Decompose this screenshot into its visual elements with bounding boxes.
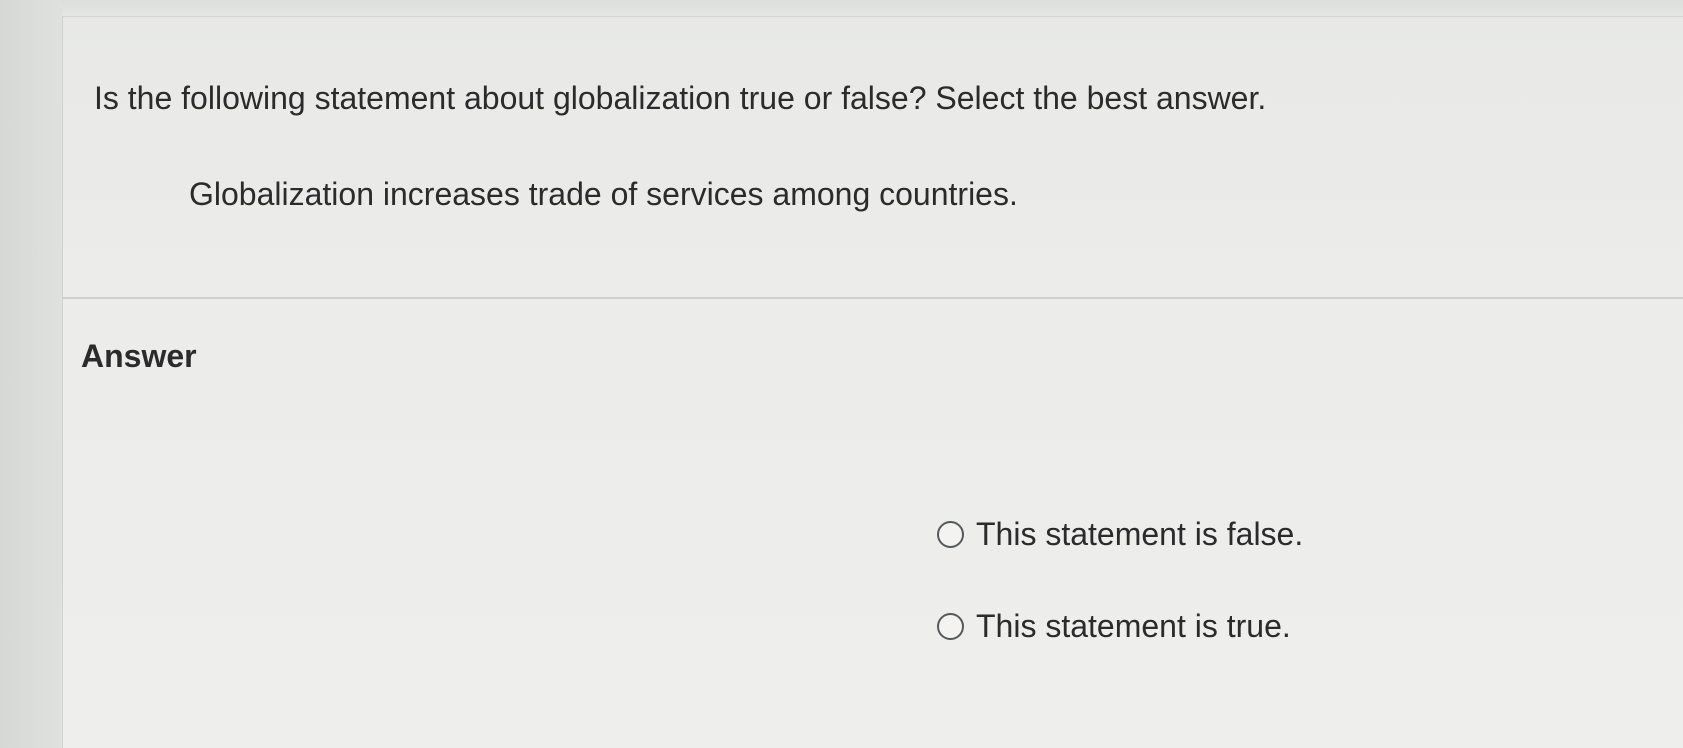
- answer-option-false[interactable]: This statement is false.: [937, 514, 1303, 554]
- question-prompt: Is the following statement about globali…: [94, 80, 1267, 116]
- left-margin: [0, 0, 62, 748]
- answer-heading: Answer: [81, 338, 197, 374]
- answer-option-label: This statement is true.: [976, 608, 1291, 644]
- top-edge: [62, 0, 1683, 17]
- radio-button-icon[interactable]: [937, 612, 964, 640]
- radio-button-icon[interactable]: [937, 520, 964, 548]
- answer-option-true[interactable]: This statement is true.: [937, 606, 1291, 646]
- answer-option-label: This statement is false.: [976, 516, 1304, 552]
- question-statement: Globalization increases trade of service…: [189, 176, 1018, 212]
- section-divider: [62, 297, 1683, 299]
